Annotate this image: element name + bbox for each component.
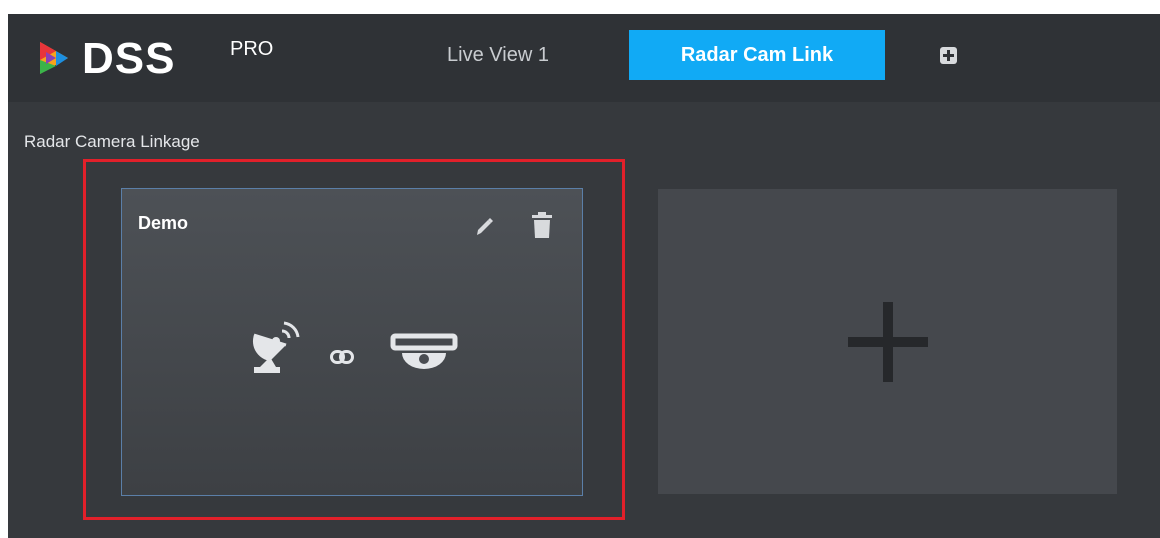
delete-icon[interactable] [530, 211, 554, 239]
tab-live-view-1[interactable]: Live View 1 [418, 30, 578, 80]
top-bar: DSS PRO Live View 1 Radar Cam Link [8, 14, 1160, 102]
dss-logo-icon [40, 42, 68, 74]
brand-name: DSS [82, 34, 176, 83]
link-icon [330, 350, 354, 364]
tab-radar-cam-link[interactable]: Radar Cam Link [629, 30, 885, 80]
page-title: Radar Camera Linkage [24, 132, 200, 151]
app-window: DSS PRO Live View 1 Radar Cam Link Radar… [8, 14, 1160, 538]
radar-icon [252, 321, 300, 373]
add-linkage-card[interactable] [658, 189, 1117, 494]
card-title: Demo [138, 213, 189, 233]
brand-edition: PRO [230, 38, 274, 60]
edit-icon[interactable] [472, 215, 496, 239]
add-tab-icon[interactable] [940, 47, 957, 64]
linkage-card-demo[interactable]: Demo [121, 188, 583, 496]
dome-camera-icon [390, 333, 458, 369]
